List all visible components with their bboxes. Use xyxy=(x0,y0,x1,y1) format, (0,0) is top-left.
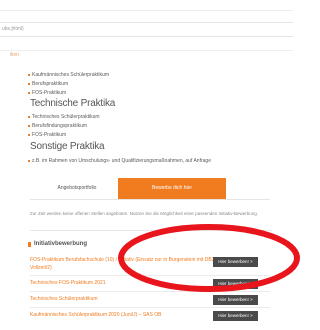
apply-button[interactable]: Hier bewerben! > xyxy=(213,295,258,305)
no-openings-text: Zur Zeit werden keine offenen Stellen an… xyxy=(30,211,259,216)
job-title-link[interactable]: Technisches Schülerpraktikum xyxy=(30,295,98,303)
row-divider xyxy=(30,291,270,292)
section-heading-other: Sonstige Praktika xyxy=(30,141,105,152)
address-bar[interactable]: ubs.jhtml) xyxy=(0,22,293,37)
site-header-strip xyxy=(0,36,293,51)
section-heading-technical: Technische Praktika xyxy=(30,98,116,109)
url-text: ubs.jhtml) xyxy=(2,26,24,32)
apply-button[interactable]: Hier bewerben! > xyxy=(213,311,258,321)
list-item: z.B. im Rahmen von Umschulungs- und Qual… xyxy=(28,158,211,164)
apply-button[interactable]: Hier bewerben! > xyxy=(213,257,258,267)
browser-toolbar xyxy=(0,0,293,23)
job-title-link[interactable]: Kaufmännisches Schülerpraktikum 2020 (Ju… xyxy=(30,311,161,319)
list-item: Kaufmännisches Schülerpraktikum xyxy=(28,72,109,78)
list-item: FOS-Praktikum xyxy=(27,90,67,96)
list-item: FOS-Praktikum xyxy=(27,132,67,138)
list-item: Technisches Schülerpraktikum xyxy=(28,114,100,120)
content-panel: Kaufmännisches Schülerpraktikum Berufspr… xyxy=(20,60,282,330)
list-item: Berufsfindungspraktikum xyxy=(27,123,88,129)
list-item: Berufspraktikum xyxy=(27,81,69,87)
breadcrumb-link[interactable]: ilien xyxy=(10,52,19,58)
apply-button[interactable]: Hier bewerben! > xyxy=(213,279,258,289)
job-title-line: FOS-Praktikum Berufsfachschule (10) / In… xyxy=(30,257,215,263)
section-title-initiative: Initiativbewerbung xyxy=(34,241,88,247)
tab-portfolio[interactable]: Angebotsportfolio xyxy=(47,180,107,197)
job-title-line: Vollzeit/2) xyxy=(30,265,52,271)
tab-divider xyxy=(30,199,270,200)
job-title-link[interactable]: FOS-Praktikum Berufsfachschule (10) / In… xyxy=(30,256,215,272)
job-title-link[interactable]: Technisches FOS-Praktikum 2021 xyxy=(30,279,106,287)
toolbar-divider xyxy=(0,10,293,11)
divider xyxy=(30,230,272,231)
row-divider xyxy=(30,307,270,308)
tab-apply[interactable]: Bewerbe dich hier xyxy=(118,178,226,199)
row-divider xyxy=(30,275,270,276)
section-marker xyxy=(28,242,31,247)
